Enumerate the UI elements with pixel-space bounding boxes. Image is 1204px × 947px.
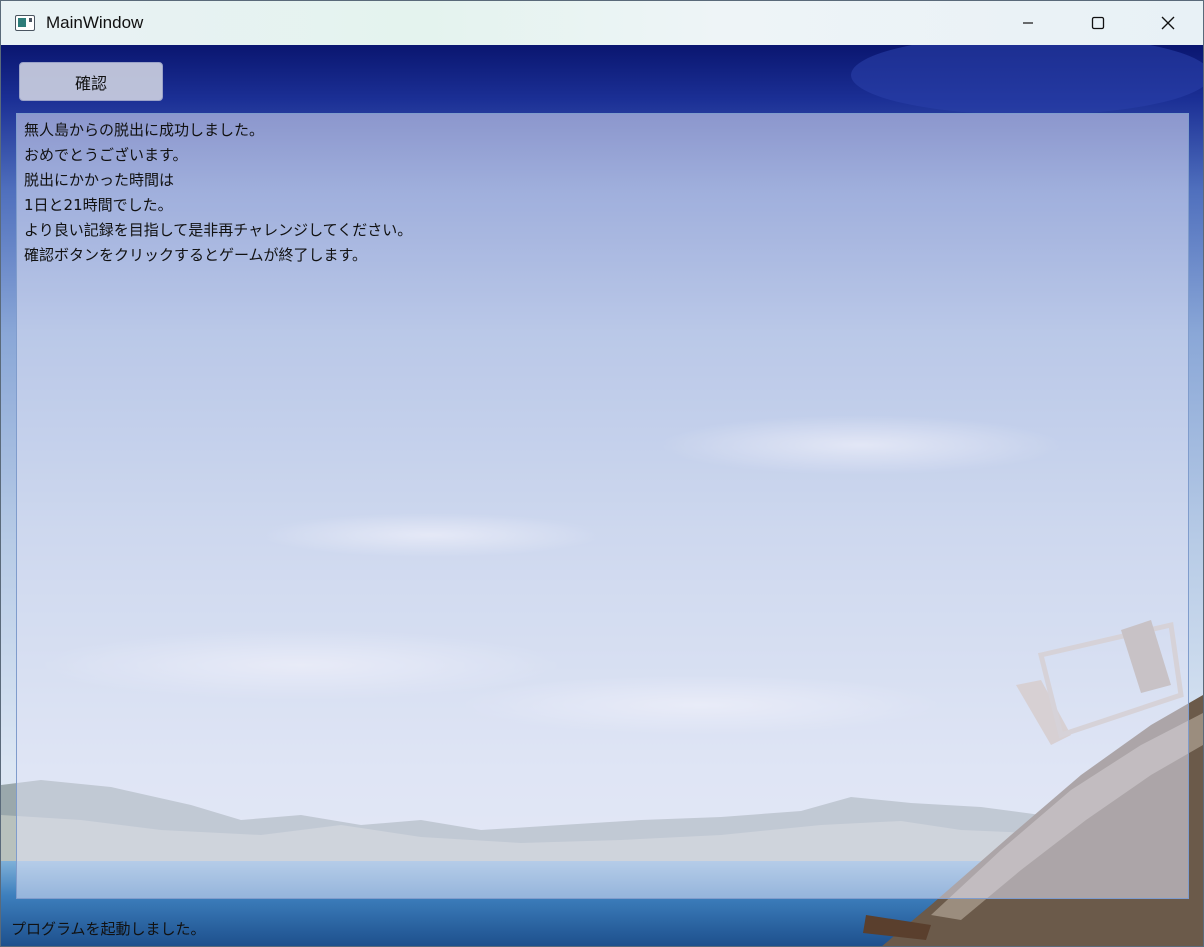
maximize-icon xyxy=(1091,16,1105,30)
message-text: 無人島からの脱出に成功しました。 おめでとうございます。 脱出にかかった時間は 1日と… xyxy=(24,118,412,268)
window-title: MainWindow xyxy=(46,13,144,32)
main-window: MainWindow 確認 無人島からの脱出に成功しました。 おめでとうございま… xyxy=(0,0,1204,947)
message-line: 無人島からの脱出に成功しました。 xyxy=(24,121,265,139)
maximize-button[interactable] xyxy=(1063,1,1133,45)
message-line: 脱出にかかった時間は xyxy=(24,171,175,189)
message-line: おめでとうございます。 xyxy=(24,146,188,164)
status-text: プログラムを起動しました。 xyxy=(11,920,206,938)
minimize-button[interactable] xyxy=(993,1,1063,45)
close-icon xyxy=(1161,16,1175,30)
window-controls xyxy=(993,1,1203,45)
message-line: より良い記録を目指して是非再チャレンジしてください。 xyxy=(24,221,413,239)
confirm-button[interactable]: 確認 xyxy=(19,62,163,101)
app-icon xyxy=(15,15,35,31)
message-textbox[interactable]: 無人島からの脱出に成功しました。 おめでとうございます。 脱出にかかった時間は 1日と… xyxy=(16,113,1189,899)
message-line: 1日と21時間でした。 xyxy=(24,196,173,214)
minimize-icon xyxy=(1023,22,1033,24)
title-bar[interactable]: MainWindow xyxy=(1,1,1203,45)
message-line: 確認ボタンをクリックするとゲームが終了します。 xyxy=(24,246,368,264)
client-area: 確認 無人島からの脱出に成功しました。 おめでとうございます。 脱出にかかった時間は… xyxy=(1,45,1203,946)
close-button[interactable] xyxy=(1133,1,1203,45)
